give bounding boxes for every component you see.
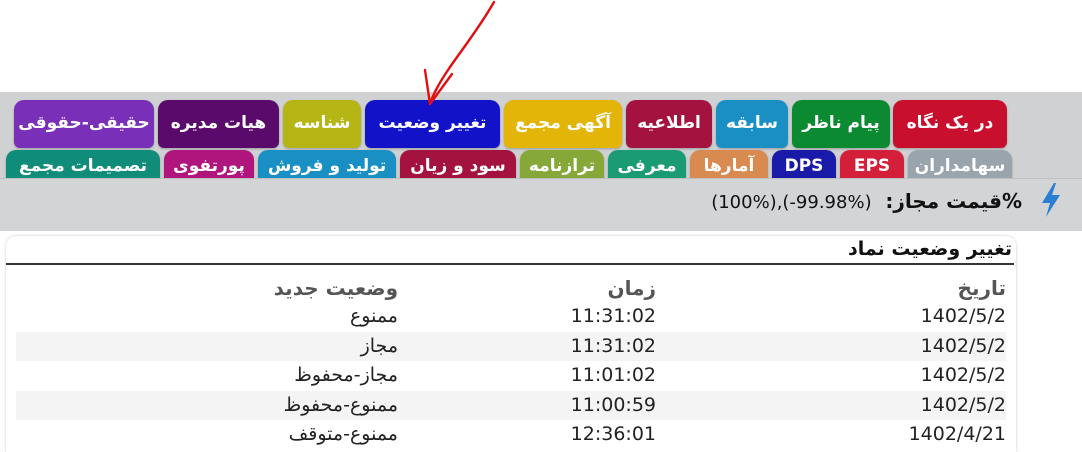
- tab-bar: در یک نگاه پیام ناظر سابقه اطلاعیه آگهی …: [0, 92, 1082, 184]
- header-date: تاریخ: [957, 276, 1006, 300]
- allowed-price-range: %قیمت مجاز: (100%),(-99.98%): [711, 189, 1022, 213]
- tab-identifier[interactable]: شناسه: [283, 100, 361, 148]
- tab-history[interactable]: سابقه: [716, 100, 788, 148]
- table-header: تاریخ زمان وضعیت جدید: [16, 274, 1006, 302]
- table-row: 1402/5/2 11:31:02 مجاز: [16, 331, 1006, 361]
- tab-supervisor-message[interactable]: پیام ناظر: [792, 100, 890, 148]
- table-row: 1402/4/21 12:36:01 ممنوع-متوقف: [16, 420, 1006, 450]
- cell-status: ممنوع-محفوظ: [283, 393, 398, 416]
- cell-date: 1402/5/2: [920, 364, 1006, 386]
- table-row: 1402/5/2 11:31:02 ممنوع: [16, 302, 1006, 332]
- cell-date: 1402/5/2: [920, 334, 1006, 357]
- price-limit-bar: %قیمت مجاز: (100%),(-99.98%): [0, 178, 1082, 231]
- cell-date: 1402/5/2: [920, 393, 1006, 416]
- cell-date: 1402/4/21: [908, 423, 1006, 445]
- tab-individual-legal[interactable]: حقیقی-حقوقی: [14, 100, 154, 148]
- cell-time: 11:00:59: [570, 393, 656, 416]
- status-table: تاریخ زمان وضعیت جدید 1402/5/2 11:31:02 …: [16, 274, 1006, 450]
- cell-status: مجاز-محفوظ: [294, 364, 398, 386]
- cell-time: 12:36:01: [570, 423, 656, 445]
- price-values: (100%),(-99.98%): [711, 192, 872, 213]
- cell-status: مجاز: [360, 334, 398, 357]
- status-change-panel: تغییر وضعیت نماد تاریخ زمان وضعیت جدید 1…: [6, 236, 1016, 452]
- header-status: وضعیت جدید: [273, 276, 398, 300]
- cell-status: ممنوع-متوقف: [288, 423, 398, 445]
- cell-time: 11:31:02: [570, 305, 656, 327]
- cell-date: 1402/5/2: [920, 305, 1006, 327]
- price-label: %قیمت مجاز:: [885, 189, 1022, 213]
- header-time: زمان: [607, 276, 656, 300]
- table-row: 1402/5/2 11:01:02 مجاز-محفوظ: [16, 361, 1006, 391]
- tab-status-change[interactable]: تغییر وضعیت: [365, 100, 500, 148]
- tab-announcements[interactable]: اطلاعیه: [626, 100, 712, 148]
- panel-title: تغییر وضعیت نماد: [6, 236, 1014, 265]
- tab-assembly-notice[interactable]: آگهی مجمع: [504, 100, 622, 148]
- tab-overview[interactable]: در یک نگاه: [893, 100, 1007, 148]
- lightning-bolt-icon: [1042, 183, 1060, 217]
- tab-board[interactable]: هیات مدیره: [158, 100, 279, 148]
- cell-time: 11:31:02: [570, 334, 656, 357]
- top-blank-area: [0, 0, 1082, 92]
- cell-time: 11:01:02: [570, 364, 656, 386]
- table-row: 1402/5/2 11:00:59 ممنوع-محفوظ: [16, 390, 1006, 420]
- cell-status: ممنوع: [349, 305, 398, 327]
